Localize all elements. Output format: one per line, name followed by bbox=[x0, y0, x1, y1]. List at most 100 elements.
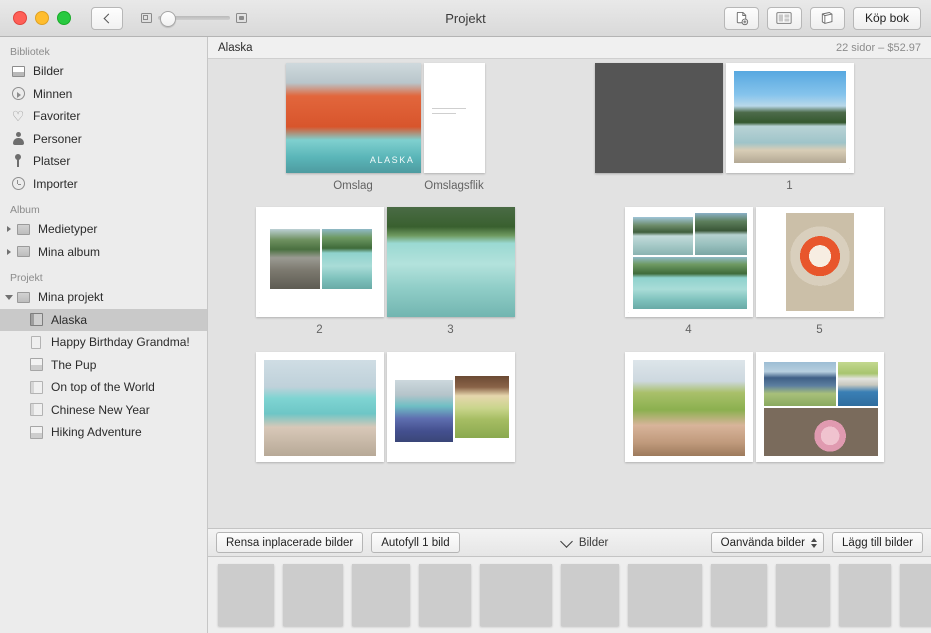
folder-icon bbox=[15, 244, 31, 260]
page-caption: Omslag bbox=[286, 180, 421, 192]
thumb-girl-lifevest[interactable] bbox=[776, 564, 830, 626]
window-titlebar: Projekt bbox=[0, 0, 931, 37]
memories-icon bbox=[10, 86, 26, 102]
spread-8-9[interactable] bbox=[625, 352, 884, 462]
spread-captions: 1 bbox=[595, 180, 854, 192]
sidebar-item-minnen[interactable]: Minnen bbox=[0, 83, 207, 106]
thumb-kids-lifevests[interactable] bbox=[480, 564, 552, 626]
page-corner-mark: · bbox=[628, 310, 629, 315]
sidebar-item-the-pup[interactable]: The Pup bbox=[0, 354, 207, 377]
page-omslag[interactable]: ALASKA bbox=[286, 63, 421, 173]
disclosure-triangle-mina-album[interactable] bbox=[4, 249, 14, 255]
flap-text-line bbox=[432, 113, 456, 114]
book-preview-button[interactable] bbox=[810, 7, 845, 30]
book-bottom-toolbar: Rensa inplacerade bilder Autofyll 1 bild… bbox=[208, 528, 931, 557]
sidebar-item-on-top-of-the-world[interactable]: On top of the World bbox=[0, 376, 207, 399]
page-2[interactable]: · bbox=[256, 207, 384, 317]
thumb-boat-dad-kid[interactable] bbox=[711, 564, 767, 626]
spread-cover[interactable]: ALASKA Omslag Omslagsflik bbox=[286, 63, 485, 192]
sidebar-item-chinese-new-year[interactable]: Chinese New Year bbox=[0, 399, 207, 422]
sidebar-item-platser[interactable]: Platser bbox=[0, 150, 207, 173]
photo-filter-popup[interactable]: Oanvända bilder bbox=[711, 532, 824, 553]
spread-pages: · bbox=[256, 207, 515, 317]
spread-1[interactable]: · 1 bbox=[595, 63, 854, 192]
sidebar-item-label: Medietyper bbox=[38, 222, 97, 236]
thumb-map[interactable] bbox=[283, 564, 343, 626]
page-7[interactable] bbox=[387, 352, 515, 462]
autofill-button[interactable]: Autofyll 1 bild bbox=[371, 532, 459, 553]
photo-filmstrip[interactable] bbox=[208, 557, 931, 633]
sidebar-item-mina-album[interactable]: Mina album bbox=[0, 241, 207, 264]
page-3[interactable] bbox=[387, 207, 515, 317]
zoom-window-button[interactable] bbox=[57, 11, 71, 25]
spread-captions: 2 3 bbox=[256, 324, 515, 336]
photo-train-tracks bbox=[270, 229, 320, 289]
thumb-beach-kids[interactable] bbox=[900, 564, 931, 626]
spread-2-3[interactable]: · 2 3 bbox=[256, 207, 515, 336]
bottom-right-region: Rensa inplacerade bilder Autofyll 1 bild… bbox=[208, 528, 931, 633]
clear-placed-photos-button[interactable]: Rensa inplacerade bilder bbox=[216, 532, 363, 553]
spread-pages: ALASKA bbox=[286, 63, 485, 173]
page-6[interactable] bbox=[256, 352, 384, 462]
spread-row: ALASKA Omslag Omslagsflik bbox=[208, 59, 931, 192]
sidebar-item-mina-projekt[interactable]: Mina projekt bbox=[0, 286, 207, 309]
page-1[interactable]: · bbox=[726, 63, 854, 173]
buy-book-button[interactable]: Köp bok bbox=[853, 7, 921, 30]
page-corner-mark: · bbox=[259, 310, 260, 315]
spread-row: · 2 3 bbox=[208, 192, 931, 336]
photos-drawer-label: Bilder bbox=[579, 537, 608, 549]
zoom-slider-knob[interactable] bbox=[160, 11, 176, 27]
add-page-button[interactable] bbox=[724, 7, 759, 30]
spread-grid[interactable]: ALASKA Omslag Omslagsflik bbox=[208, 59, 931, 528]
spread-4-5[interactable]: · · 4 5 bbox=[625, 207, 884, 336]
disclosure-triangle-mina-projekt[interactable] bbox=[4, 295, 14, 300]
page-8[interactable] bbox=[625, 352, 753, 462]
thumb-forest-trail[interactable] bbox=[839, 564, 891, 626]
spread-captions: Omslag Omslagsflik bbox=[286, 180, 485, 192]
add-photos-button[interactable]: Lägg till bilder bbox=[832, 532, 923, 553]
sidebar-item-medietyper[interactable]: Medietyper bbox=[0, 218, 207, 241]
photo-lake-wide bbox=[633, 257, 747, 309]
sidebar-item-personer[interactable]: Personer bbox=[0, 128, 207, 151]
sidebar-item-hiking-adventure[interactable]: Hiking Adventure bbox=[0, 421, 207, 444]
photos-drawer-toggle[interactable]: Bilder bbox=[562, 537, 608, 549]
sidebar-item-happy-birthday-grandma[interactable]: Happy Birthday Grandma! bbox=[0, 331, 207, 354]
thumbnail-zoom-slider[interactable] bbox=[141, 13, 247, 23]
folder-icon bbox=[15, 221, 31, 237]
back-button[interactable] bbox=[91, 7, 123, 30]
photo-dad-with-child bbox=[633, 360, 745, 456]
sidebar-item-label: Personer bbox=[33, 132, 82, 146]
page-4[interactable]: · bbox=[625, 207, 753, 317]
thumb-kayak-girl[interactable] bbox=[561, 564, 619, 626]
page-caption: 4 bbox=[625, 324, 753, 336]
photos-book-window: Projekt bbox=[0, 0, 931, 633]
zoom-slider-track[interactable] bbox=[158, 16, 230, 20]
photo-child-life-ring bbox=[786, 213, 854, 311]
sidebar-item-bilder[interactable]: Bilder bbox=[0, 60, 207, 83]
sidebar-item-importer[interactable]: Importer bbox=[0, 173, 207, 196]
thumb-sea-anemone[interactable] bbox=[352, 564, 410, 626]
close-window-button[interactable] bbox=[13, 11, 27, 25]
thumb-bay-flowers[interactable] bbox=[419, 564, 471, 626]
thumb-cliff-boat[interactable] bbox=[628, 564, 702, 626]
page-9[interactable] bbox=[756, 352, 884, 462]
spread-6-7[interactable] bbox=[256, 352, 515, 462]
spread-pages: · · bbox=[625, 207, 884, 317]
map-pin-icon bbox=[10, 153, 26, 169]
book-icon bbox=[28, 402, 44, 418]
layout-button[interactable] bbox=[767, 7, 802, 30]
page-5[interactable]: · bbox=[756, 207, 884, 317]
sidebar-item-alaska[interactable]: Alaska bbox=[0, 309, 207, 332]
spread-captions: 4 5 bbox=[625, 324, 884, 336]
page-endpaper[interactable] bbox=[595, 63, 723, 173]
thumb-mountain-meadow[interactable] bbox=[218, 564, 274, 626]
page-omslagsflik[interactable] bbox=[424, 63, 485, 173]
sidebar-item-favoriter[interactable]: ♡ Favoriter bbox=[0, 105, 207, 128]
minimize-window-button[interactable] bbox=[35, 11, 49, 25]
clock-icon bbox=[10, 176, 26, 192]
disclosure-triangle-medietyper[interactable] bbox=[4, 226, 14, 232]
book-3d-icon bbox=[820, 11, 834, 25]
sidebar-item-label: Importer bbox=[33, 177, 78, 191]
sidebar-item-label: Platser bbox=[33, 154, 70, 168]
book-wide-icon bbox=[28, 357, 44, 373]
